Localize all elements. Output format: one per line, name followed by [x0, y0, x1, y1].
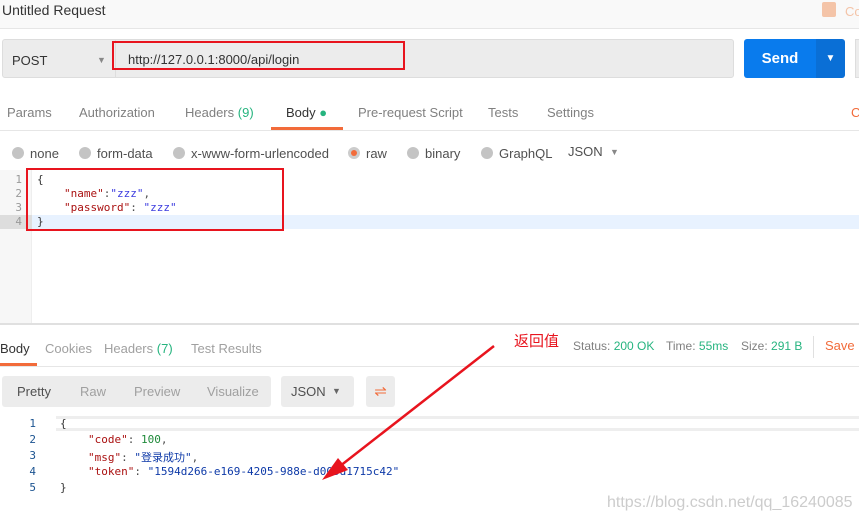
watermark: https://blog.csdn.net/qq_16240085	[607, 494, 853, 511]
annotation-arrow-icon	[322, 345, 495, 480]
